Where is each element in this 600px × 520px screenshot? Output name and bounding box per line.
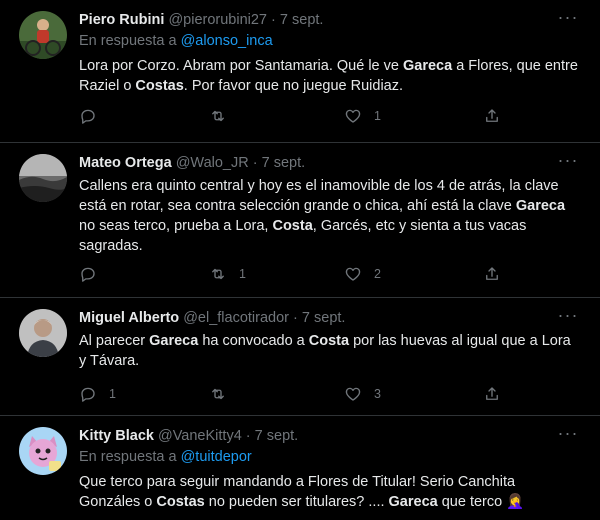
keyword-highlight: Gareca	[515, 198, 566, 214]
reply-context: En respuesta a @alonso_inca	[79, 33, 273, 49]
tweet-text: Lora por Corzo. Abram por Santamaria. Qu…	[79, 56, 579, 96]
retweet-button[interactable]	[209, 106, 239, 126]
reply-button[interactable]	[79, 106, 109, 126]
like-button[interactable]: 1	[344, 106, 381, 126]
reply-context: En respuesta a @tuitdepor	[79, 449, 252, 465]
tweet-header: Mateo Ortega @Walo_JR · 7 sept.	[79, 153, 305, 173]
tweet[interactable]: Kitty Black @VaneKitty4 · 7 sept. ··· En…	[0, 416, 600, 520]
retweet-count: 1	[239, 267, 246, 281]
tweet[interactable]: Miguel Alberto @el_flacotirador · 7 sept…	[0, 298, 600, 416]
tweet[interactable]: Mateo Ortega @Walo_JR · 7 sept. ··· Call…	[0, 143, 600, 298]
display-name[interactable]: Kitty Black	[79, 428, 154, 444]
reply-count: 1	[109, 387, 116, 401]
cyclist-avatar-icon	[19, 11, 67, 59]
like-button[interactable]: 2	[344, 264, 381, 284]
tweet-date[interactable]: 7 sept.	[255, 428, 299, 444]
more-options-icon[interactable]: ···	[556, 151, 580, 173]
avatar[interactable]	[19, 154, 67, 202]
reply-prefix: En respuesta a	[79, 449, 177, 465]
display-name[interactable]: Miguel Alberto	[79, 310, 179, 326]
separator-dot: ·	[245, 428, 251, 444]
reply-icon	[81, 267, 95, 282]
heart-icon	[345, 267, 361, 281]
tweet-actions: 1	[79, 106, 509, 126]
retweet-icon	[212, 388, 224, 400]
like-count: 3	[374, 387, 381, 401]
cartoon-cat-avatar-icon	[19, 427, 67, 475]
tweet-text: Callens era quinto central y hoy es el i…	[79, 176, 579, 256]
keyword-highlight: Gareca	[388, 494, 438, 510]
portrait-avatar-icon	[19, 309, 67, 357]
tweet-text: Que terco para seguir mandando a Flores …	[79, 472, 579, 512]
text-run: Callens era quinto central y hoy es el i…	[79, 178, 559, 214]
tweet-header: Kitty Black @VaneKitty4 · 7 sept.	[79, 426, 298, 446]
keyword-highlight: Gareca	[149, 333, 199, 349]
text-run: . Por favor que no juegue Ruidiaz.	[183, 78, 404, 94]
reply-to-link[interactable]: @tuitdepor	[181, 449, 252, 465]
tweet-actions: 1 3	[79, 384, 509, 404]
text-run: que terco 🤦‍♀️	[437, 494, 525, 510]
keyword-highlight: Gareca	[403, 58, 453, 74]
text-run: ha convocado a	[198, 333, 309, 349]
display-name[interactable]: Mateo Ortega	[79, 155, 172, 171]
separator-dot: ·	[293, 310, 298, 326]
tweet[interactable]: Piero Rubini @pierorubini27 · 7 sept. ··…	[0, 0, 600, 143]
keyword-highlight: Costas	[135, 78, 184, 94]
username[interactable]: @pierorubini27	[168, 12, 267, 28]
tweet-header: Piero Rubini @pierorubini27 · 7 sept.	[79, 10, 323, 30]
share-icon	[486, 387, 498, 400]
share-button[interactable]	[483, 264, 501, 284]
avatar[interactable]	[19, 309, 67, 357]
share-icon	[486, 109, 498, 122]
username[interactable]: @VaneKitty4	[158, 428, 242, 444]
tweet-date[interactable]: 7 sept.	[280, 12, 324, 28]
reply-icon	[81, 109, 95, 124]
separator-dot: ·	[252, 155, 258, 171]
tweet-date[interactable]: 7 sept.	[262, 155, 306, 171]
keyword-highlight: Costas	[156, 494, 205, 510]
share-icon	[486, 267, 498, 280]
keyword-highlight: Costa	[308, 333, 350, 349]
more-options-icon[interactable]: ···	[556, 8, 580, 30]
username[interactable]: @el_flacotirador	[183, 310, 289, 326]
text-run: Al parecer	[79, 333, 150, 349]
retweet-button[interactable]	[209, 384, 239, 404]
avatar[interactable]	[19, 11, 67, 59]
like-count: 2	[374, 267, 381, 281]
reply-icon	[81, 387, 95, 402]
more-options-icon[interactable]: ···	[556, 424, 580, 446]
text-run: no seas terco, prueba a Lora,	[79, 218, 273, 234]
display-name[interactable]: Piero Rubini	[79, 12, 164, 28]
retweet-icon	[212, 268, 224, 280]
text-run: no pueden ser titulares? ....	[204, 494, 389, 510]
share-button[interactable]	[483, 384, 501, 404]
landscape-avatar-icon	[19, 154, 67, 202]
retweet-icon	[212, 110, 224, 122]
tweet-header: Miguel Alberto @el_flacotirador · 7 sept…	[79, 308, 345, 328]
heart-icon	[345, 387, 361, 401]
more-options-icon[interactable]: ···	[556, 306, 580, 328]
text-run: Lora por Corzo. Abram por Santamaria. Qu…	[79, 58, 403, 74]
tweet-text: Al parecer Gareca ha convocado a Costa p…	[79, 331, 579, 371]
keyword-highlight: Costa	[272, 218, 313, 234]
tweet-date[interactable]: 7 sept.	[302, 310, 346, 326]
username[interactable]: @Walo_JR	[176, 155, 249, 171]
avatar[interactable]	[19, 427, 67, 475]
reply-button[interactable]: 1	[79, 384, 116, 404]
retweet-button[interactable]: 1	[209, 264, 246, 284]
heart-icon	[345, 109, 361, 123]
tweet-actions: 1 2	[79, 264, 509, 284]
tweet-feed: Piero Rubini @pierorubini27 · 7 sept. ··…	[0, 0, 600, 520]
reply-to-link[interactable]: @alonso_inca	[181, 33, 273, 49]
separator-dot: ·	[271, 12, 276, 28]
like-count: 1	[374, 109, 381, 123]
like-button[interactable]: 3	[344, 384, 381, 404]
reply-button[interactable]	[79, 264, 109, 284]
share-button[interactable]	[483, 106, 501, 126]
reply-prefix: En respuesta a	[79, 33, 177, 49]
